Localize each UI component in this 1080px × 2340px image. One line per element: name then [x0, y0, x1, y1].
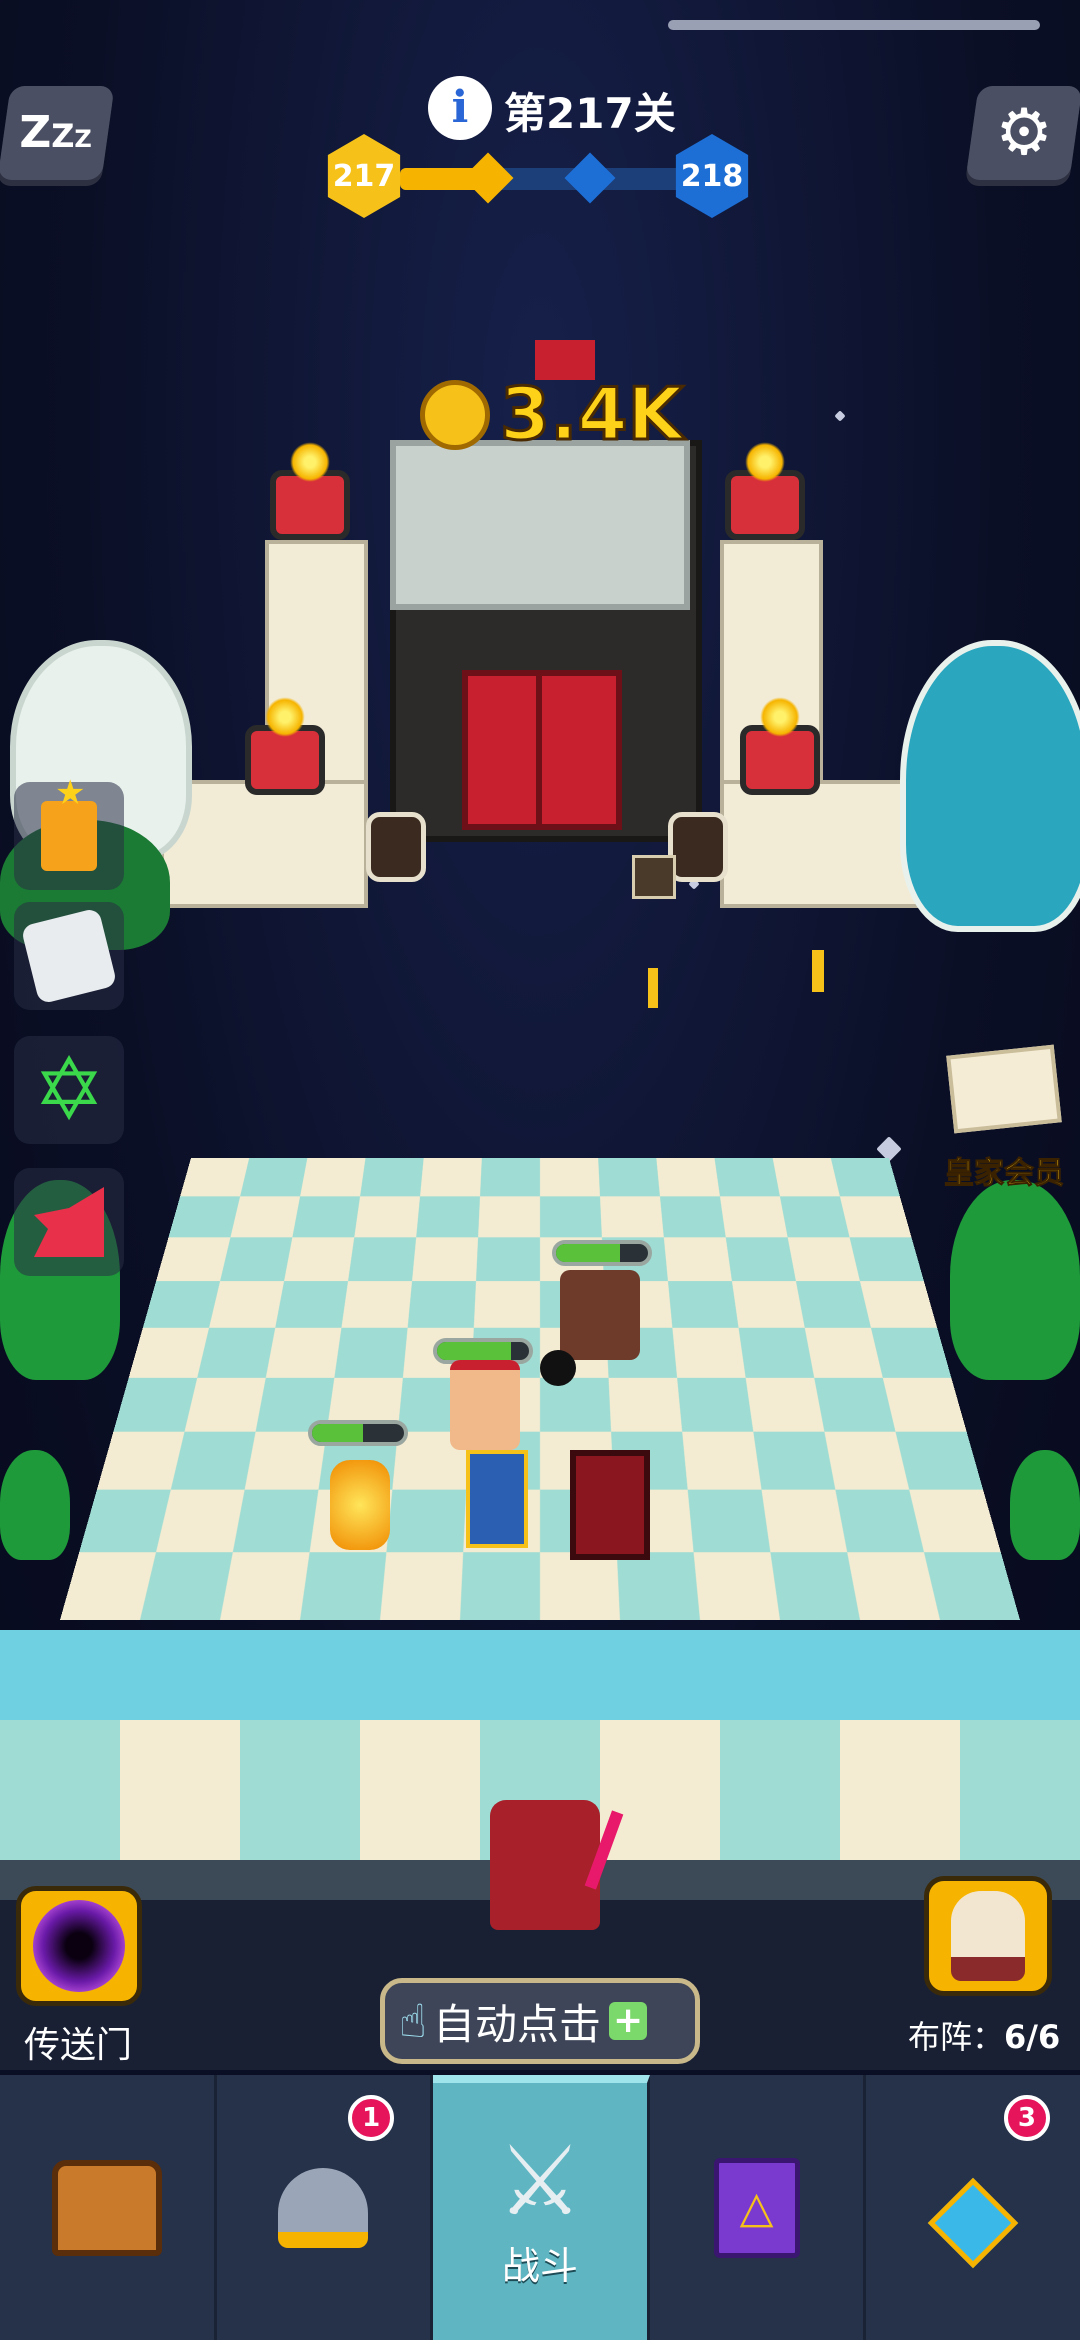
current-stage-number: 217	[332, 158, 396, 194]
ice-tree	[900, 640, 1080, 932]
next-stage-number: 218	[680, 158, 744, 194]
tab-battle-label: 战斗	[501, 2244, 578, 2288]
fire-brazier	[725, 442, 805, 540]
barrel	[668, 812, 728, 882]
reward-amount: 3.4K	[498, 371, 684, 458]
quest-scroll-button[interactable]	[14, 902, 124, 1010]
fire-brazier	[740, 697, 820, 795]
ranking-button[interactable]: ★	[14, 773, 124, 890]
treasure-chest-icon	[51, 2159, 162, 2256]
banner-hero-unit[interactable]	[570, 1450, 650, 1560]
castle-door	[462, 670, 622, 830]
castle-ledge-right	[720, 780, 928, 908]
plus-icon: +	[609, 2002, 648, 2040]
gold-drop	[648, 968, 658, 1008]
hero-health-bar	[552, 1240, 652, 1266]
notification-badge: 1	[348, 2095, 395, 2141]
amulet-icon	[927, 2177, 1019, 2268]
level-number: 217	[546, 89, 634, 138]
auto-click-button[interactable]: ☝ 自动点击 +	[380, 1978, 700, 2064]
fire-brazier	[270, 442, 350, 540]
barrel	[366, 812, 426, 882]
portal-label: 传送门	[24, 2025, 133, 2066]
player-hero[interactable]	[490, 1800, 600, 1930]
battle-board	[60, 1157, 1020, 1620]
portal-button[interactable]	[16, 1886, 142, 2006]
portal-vortex-icon	[33, 1900, 125, 1992]
fire-hero-unit[interactable]	[330, 1460, 390, 1550]
game-scene[interactable]: 3.4K 皇家会员	[0, 0, 1080, 2070]
ranking-trophy-icon: ★	[41, 773, 97, 871]
tap-hand-icon: ☝	[399, 1994, 428, 2048]
hexagram-icon: ✡	[32, 1040, 106, 1140]
bush-left	[0, 1450, 70, 1560]
bottom-nav: 1 ⚔ 战斗 △ 3	[0, 2075, 1080, 2340]
bomb-projectile	[540, 1350, 576, 1386]
snowflake	[834, 410, 846, 422]
status-bar-indicator	[668, 20, 1040, 30]
tab-heroes[interactable]: 1	[217, 2075, 434, 2340]
settings-button[interactable]: ⚙	[965, 86, 1080, 180]
crate	[632, 855, 676, 899]
tab-battle[interactable]: ⚔ 战斗	[433, 2075, 650, 2340]
stage-progress-track	[400, 168, 700, 190]
snowy-tree-right	[950, 1180, 1080, 1380]
spellbook-icon: △	[713, 2157, 800, 2258]
info-icon[interactable]: i	[428, 76, 492, 140]
level-suffix: 关	[633, 89, 676, 138]
sleep-zzz-icon: ZZZ	[19, 107, 92, 158]
formation-hero-icon	[951, 1891, 1025, 1981]
river	[0, 1630, 1080, 1720]
castle-roof	[390, 440, 690, 610]
gold-coin-icon	[420, 380, 490, 450]
fire-brazier	[245, 697, 325, 795]
vip-label[interactable]: 皇家会员	[944, 1148, 1065, 1192]
red-arrow-icon	[34, 1187, 104, 1257]
winged-helmet-icon	[278, 2167, 369, 2248]
vip-card-icon[interactable]	[946, 1044, 1062, 1134]
hero-health-bar	[308, 1420, 408, 1446]
hero-unit[interactable]	[466, 1450, 528, 1548]
level-prefix: 第	[504, 89, 547, 138]
scroll-icon	[20, 907, 118, 1005]
tab-treasure[interactable]	[0, 2075, 217, 2340]
auto-click-label: 自动点击	[433, 1999, 602, 2049]
gear-icon: ⚙	[995, 96, 1053, 170]
gold-drop	[812, 950, 824, 992]
tab-spellbook[interactable]: △	[650, 2075, 867, 2340]
formation-count: 6/6	[1004, 2018, 1061, 2056]
sleep-button[interactable]: ZZZ	[0, 86, 115, 180]
level-title: 第217关	[504, 80, 676, 141]
arrow-button[interactable]	[14, 1168, 124, 1276]
notification-badge: 3	[1003, 2095, 1050, 2141]
formation-status: 布阵：6/6	[908, 2012, 1060, 2058]
hero-unit[interactable]	[450, 1360, 520, 1450]
hero-unit[interactable]	[560, 1270, 640, 1360]
formation-button[interactable]	[924, 1876, 1052, 1996]
crossed-swords-icon: ⚔	[496, 2125, 584, 2237]
bush-right	[1010, 1450, 1080, 1560]
tab-amulet[interactable]: 3	[866, 2075, 1080, 2340]
formation-label: 布阵：	[908, 2018, 1005, 2056]
hexagram-button[interactable]: ✡	[14, 1036, 124, 1144]
